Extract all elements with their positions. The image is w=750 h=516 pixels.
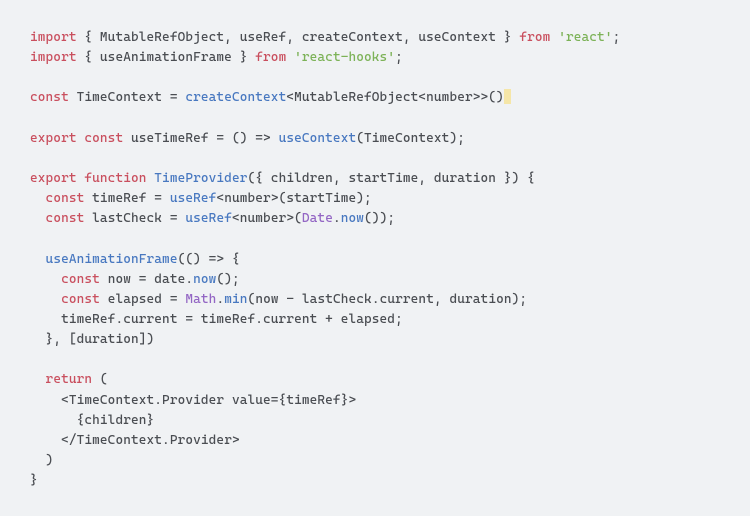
string-literal: 'react' [550,30,612,45]
keyword-export: export [30,131,77,146]
code-line: timeRef.current = timeRef.current + elap… [30,312,403,327]
keyword-return: return [46,372,93,387]
keyword-const: const [77,131,124,146]
code-line: ) [30,453,53,468]
keyword-export: export [30,171,77,186]
text-cursor [504,89,511,104]
code-line: {children} [30,413,154,428]
global-object: Math [185,292,216,307]
code-line: import { useAnimationFrame } from 'react… [30,50,403,65]
code-line: import { MutableRefObject, useRef, creat… [30,30,620,45]
keyword-const: const [61,292,100,307]
code-line: return ( [30,372,108,387]
keyword-from: from [255,50,286,65]
code-line: const TimeContext = createContext<Mutabl… [30,90,511,105]
code-line: }, [duration]) [30,332,154,347]
code-line: <TimeContext.Provider value={timeRef}> [30,393,356,408]
code-line: } [30,473,38,488]
function-name: now [341,211,364,226]
function-name: TimeProvider [147,171,248,186]
code-line: export const useTimeRef = () => useConte… [30,131,465,146]
code-line: const timeRef = useRef<number>(startTime… [30,191,372,206]
code-block: import { MutableRefObject, useRef, creat… [30,28,720,491]
code-line: const lastCheck = useRef<number>(Date.no… [30,211,395,226]
keyword-const: const [46,191,85,206]
code-line: useAnimationFrame(() => { [30,252,240,267]
keyword-const: const [30,90,69,105]
function-name: useContext [279,131,357,146]
code-line: </TimeContext.Provider> [30,433,240,448]
function-name: now [193,272,216,287]
code-line: const now = date.now(); [30,272,240,287]
keyword-import: import [30,30,77,45]
keyword-function: function [77,171,147,186]
code-line: const elapsed = Math.min(now - lastCheck… [30,292,527,307]
keyword-from: from [519,30,550,45]
string-literal: 'react-hooks' [286,50,395,65]
function-name: useRef [170,191,217,206]
keyword-import: import [30,50,77,65]
function-name: useAnimationFrame [46,252,178,267]
function-name: createContext [185,90,286,105]
function-name: min [224,292,247,307]
global-object: Date [302,211,333,226]
function-name: useRef [185,211,232,226]
keyword-const: const [61,272,100,287]
code-line: export function TimeProvider({ children,… [30,171,535,186]
keyword-const: const [46,211,85,226]
